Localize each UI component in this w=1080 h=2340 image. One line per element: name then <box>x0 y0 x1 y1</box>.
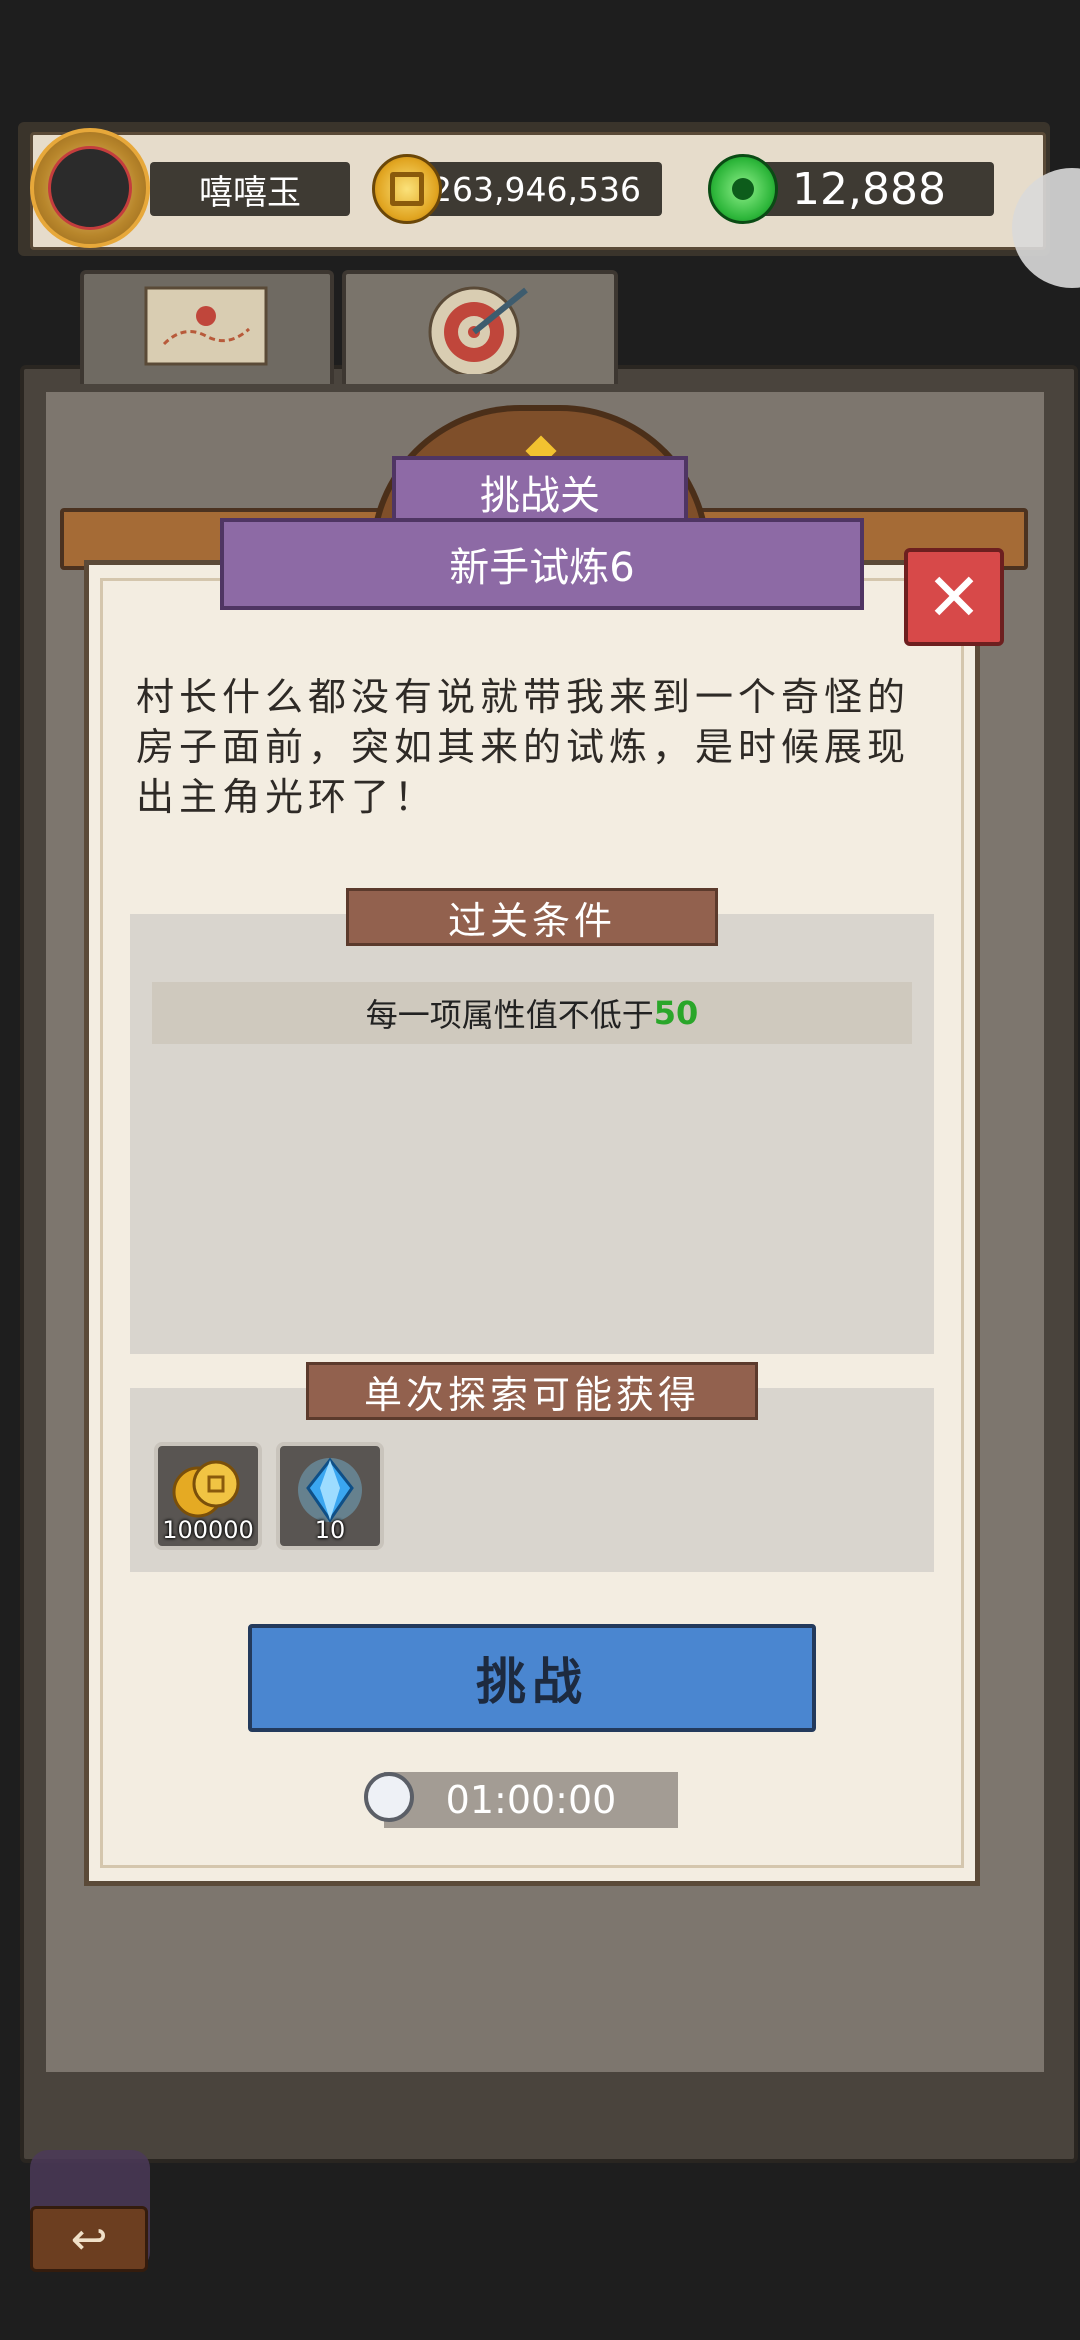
condition-value: 50 <box>653 994 699 1032</box>
reward-item-crystal[interactable]: 10 <box>276 1442 384 1550</box>
conditions-header: 过关条件 <box>346 888 718 946</box>
gold-coin-icon <box>372 154 442 224</box>
condition-text: 每一项属性值不低于 <box>365 996 654 1034</box>
back-button[interactable]: ↩ <box>30 2206 148 2272</box>
challenge-button[interactable]: 挑战 <box>248 1624 816 1732</box>
conditions-panel <box>130 914 934 1354</box>
jade-coin-icon <box>708 154 778 224</box>
reward-count: 10 <box>314 1516 346 1544</box>
reward-count: 100000 <box>162 1516 254 1544</box>
tab-map[interactable] <box>80 270 334 384</box>
close-button[interactable]: ✕ <box>904 548 1004 646</box>
stopwatch-icon <box>364 1772 414 1822</box>
jade-amount: 12,888 <box>744 162 994 216</box>
player-name: 嘻嘻玉 <box>150 162 350 216</box>
level-description: 村长什么都没有说就带我来到一个奇怪的房子面前，突如其来的试炼，是时候展现出主角光… <box>136 675 911 819</box>
close-icon: ✕ <box>926 558 982 636</box>
target-icon <box>428 286 528 378</box>
condition-row: 每一项属性值不低于 50 <box>152 982 912 1044</box>
jester-face-icon <box>48 146 132 230</box>
gold-amount: 263,946,536 <box>410 162 662 216</box>
tab-challenge[interactable] <box>342 270 618 384</box>
rewards-header: 单次探索可能获得 <box>306 1362 758 1420</box>
challenge-timer: 01:00:00 <box>384 1772 678 1828</box>
avatar[interactable] <box>30 128 150 248</box>
map-icon <box>144 286 268 366</box>
reward-item-gold[interactable]: 100000 <box>154 1442 262 1550</box>
back-arrow-icon: ↩ <box>70 2213 108 2265</box>
dialog-title: 新手试炼6 <box>220 518 864 610</box>
